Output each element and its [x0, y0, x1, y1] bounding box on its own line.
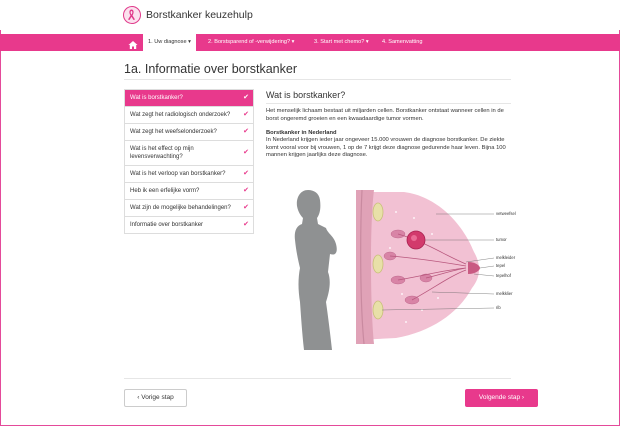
check-icon: ✔ [243, 111, 249, 118]
sidebar-item-verloop[interactable]: Wat is het verloop van borstkanker? ✔ [125, 166, 253, 183]
sidebar-item-wat-is-borstkanker[interactable]: Wat is borstkanker? ✔ [125, 90, 253, 107]
page-title: 1a. Informatie over borstkanker [124, 62, 297, 76]
pink-ribbon-logo-icon [123, 6, 141, 24]
section-subheading: Borstkanker in Nederland [266, 130, 337, 136]
body-paragraph: In Nederland krijgen ieder jaar ongeveer… [266, 137, 506, 159]
nav-step-2[interactable]: 2. Borstsparend of -verwijdering? ▾ [203, 34, 299, 51]
nav-step-3-label: 3. Start met chemo? [314, 39, 365, 45]
check-icon: ✔ [243, 204, 249, 211]
label-vetweefsel: vetweefsel [496, 211, 516, 216]
intro-paragraph: Het menselijk lichaam bestaat uit miljar… [266, 108, 504, 122]
label-tumor: tumor [496, 237, 507, 242]
nav-step-3[interactable]: 3. Start met chemo? ▾ [309, 34, 374, 51]
next-step-button[interactable]: Volgende stap › [465, 389, 538, 407]
previous-step-label: Vorige stap [141, 394, 174, 401]
caret-down-icon: ▾ [364, 39, 369, 45]
sidebar-item-label: Wat zegt het radiologisch onderzoek? [130, 112, 231, 118]
sidebar-item-label: Wat is het verloop van borstkanker? [130, 171, 226, 177]
label-melkleider: melkleider [496, 255, 516, 260]
nav-step-4-label: 4. Samenvatting [382, 39, 423, 45]
sidebar-item-label: Heb ik een erfelijke vorm? [130, 188, 200, 194]
divider [124, 378, 511, 379]
check-icon: ✔ [243, 170, 249, 177]
label-tepel: tepel [496, 263, 506, 268]
sidebar-item-levensverwachting[interactable]: Wat is het effect op mijn levensverwacht… [125, 141, 253, 166]
nav-step-2-label: 2. Borstsparend of -verwijdering? [208, 39, 291, 45]
label-melkklier: melkklier [496, 291, 513, 296]
breast-anatomy-illustration: vetweefsel tumor melkleider tepel tepelh… [286, 182, 526, 352]
topic-sidebar: Wat is borstkanker? ✔ Wat zegt het radio… [124, 89, 254, 234]
anatomy-diagram-icon [294, 189, 495, 350]
sidebar-item-erfelijke-vorm[interactable]: Heb ik een erfelijke vorm? ✔ [125, 183, 253, 200]
label-tepelhof: tepelhof [496, 273, 511, 278]
sidebar-item-informatie[interactable]: Informatie over borstkanker ✔ [125, 217, 253, 233]
label-rib: rib [496, 305, 501, 310]
sidebar-item-label: Wat zegt het weefselonderzoek? [130, 129, 217, 135]
next-step-label: Volgende stap [478, 394, 521, 401]
sidebar-item-weefselonderzoek[interactable]: Wat zegt het weefselonderzoek? ✔ [125, 124, 253, 141]
nav-step-1[interactable]: 1. Uw diagnose ▾ [143, 34, 196, 51]
app-title: Borstkanker keuzehulp [146, 9, 253, 21]
check-icon: ✔ [243, 149, 249, 156]
check-icon: ✔ [243, 94, 249, 101]
content-title: Wat is borstkanker? [266, 90, 346, 100]
previous-step-button[interactable]: ‹ Vorige stap [124, 389, 187, 407]
check-icon: ✔ [243, 187, 249, 194]
sidebar-item-label: Wat is het effect op mijn levensverwacht… [130, 146, 194, 160]
sidebar-item-behandelingen[interactable]: Wat zijn de mogelijke behandelingen? ✔ [125, 200, 253, 217]
home-icon[interactable] [128, 37, 140, 49]
sidebar-item-radiologisch-onderzoek[interactable]: Wat zegt het radiologisch onderzoek? ✔ [125, 107, 253, 124]
chevron-right-icon: › [520, 394, 525, 401]
divider [124, 79, 511, 80]
check-icon: ✔ [243, 128, 249, 135]
app-header: Borstkanker keuzehulp [0, 0, 620, 30]
divider [266, 103, 511, 104]
check-icon: ✔ [243, 221, 249, 228]
sidebar-item-label: Informatie over borstkanker [130, 222, 204, 228]
nav-step-1-label: 1. Uw diagnose [148, 39, 187, 45]
sidebar-item-label: Wat zijn de mogelijke behandelingen? [130, 205, 231, 211]
caret-down-icon: ▾ [290, 39, 295, 45]
step-navbar: 1. Uw diagnose ▾ 2. Borstsparend of -ver… [0, 34, 620, 51]
nav-step-4[interactable]: 4. Samenvatting [377, 34, 427, 51]
sidebar-item-label: Wat is borstkanker? [130, 95, 183, 101]
caret-down-icon: ▾ [186, 39, 191, 45]
